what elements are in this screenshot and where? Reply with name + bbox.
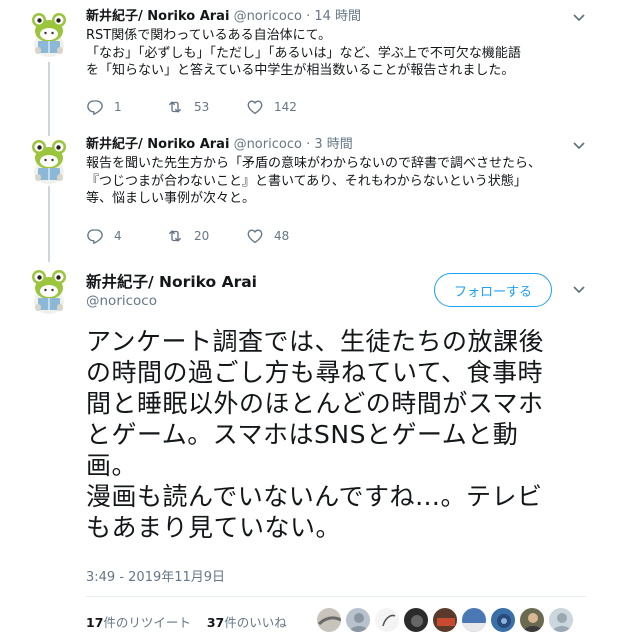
tweet-text-line: を「知らない」と答えている中学生が相当数いることが報告されました。 [86, 63, 515, 78]
frog-avatar-icon [24, 136, 74, 186]
tweet-timestamp[interactable]: 14 時間 [314, 9, 361, 24]
like-stat-label: 件のいいね [224, 615, 287, 630]
thread-tweet-1[interactable]: 新井紀子/ Noriko Arai @noricoco · 14 時間 RST関… [0, 0, 620, 126]
retweet-button[interactable]: 53 [166, 97, 209, 117]
tweet-actions: 1 53 142 [86, 97, 386, 117]
reply-icon [86, 227, 104, 245]
tweet-text: RST関係で関わっているある自治体にて。 「なお」「必ずしも」「ただし」「あるい… [86, 27, 521, 80]
retweet-count: 53 [194, 100, 210, 114]
tweet-text-line: 漫画も読んでいないんですね…。テレビ [86, 482, 543, 511]
display-name[interactable]: 新井紀子/ Noriko Arai [86, 137, 229, 152]
tweet-date[interactable]: 3:49 - 2019年11月9日 [86, 566, 225, 585]
display-name[interactable]: 新井紀子/ Noriko Arai [86, 9, 229, 24]
avatar[interactable] [374, 607, 400, 633]
avatar[interactable] [24, 266, 74, 316]
avatar[interactable] [24, 9, 74, 59]
retweet-total: 17 [86, 615, 104, 630]
frog-avatar-icon [24, 9, 74, 59]
tweet-text: 報告を聞いた先生方から「矛盾の意味がわからないので辞書で調べさせたら、 『つじつ… [86, 155, 541, 208]
like-count: 48 [274, 229, 290, 243]
avatar[interactable] [519, 607, 545, 633]
user-handle[interactable]: @noricoco [234, 9, 302, 24]
tweet-text-line: 報告を聞いた先生方から「矛盾の意味がわからないので辞書で調べさせたら、 [86, 156, 542, 171]
retweet-count: 20 [194, 229, 210, 243]
avatar[interactable] [403, 607, 429, 633]
avatar[interactable] [490, 607, 516, 633]
like-button[interactable]: 142 [246, 97, 297, 117]
chevron-down-icon[interactable] [572, 140, 586, 154]
retweet-stat[interactable]: 17件のリツイート [86, 615, 191, 630]
avatar[interactable] [548, 607, 574, 633]
tweet-header: 新井紀子/ Noriko Arai @noricoco · 14 時間 [86, 8, 361, 26]
like-total: 37 [206, 615, 225, 630]
tweet-text-line: 画。 [86, 451, 138, 480]
tweet-actions: 4 20 48 [86, 226, 386, 246]
tweet-text-line: 間と睡眠以外のほとんどの時間がスマホ [86, 389, 544, 418]
tweet-header: 新井紀子/ Noriko Arai @noricoco · 3 時間 [86, 136, 353, 154]
user-handle[interactable]: @noricoco [86, 293, 157, 309]
main-tweet-text: アンケート調査では、生徒たちの放課後 の時間の過ごし方も尋ねていて、食事時 間と… [86, 326, 544, 543]
retweet-stat-label: 件のリツイート [103, 615, 191, 630]
tweet-text-line: の時間の過ごし方も尋ねていて、食事時 [86, 358, 544, 387]
like-button[interactable]: 48 [246, 226, 289, 246]
heart-icon [246, 98, 264, 116]
avatar[interactable] [432, 607, 458, 633]
tweet-text-line: 「なお」「必ずしも」「ただし」「あるいは」など、学ぶ上で不可欠な機能語 [86, 45, 521, 61]
tweet-text-line: 等、悩ましい事例が次々と。 [86, 191, 256, 206]
retweet-icon [166, 227, 184, 245]
follow-button[interactable]: フォローする [434, 273, 552, 307]
separator-dot: · [306, 9, 311, 24]
retweet-icon [166, 98, 184, 116]
reply-count: 4 [114, 229, 122, 243]
tweet-text-line: とゲーム。スマホはSNSとゲームと動 [86, 420, 519, 449]
heart-icon [246, 227, 264, 245]
like-stat[interactable]: 37件のいいね [207, 615, 287, 630]
user-handle[interactable]: @noricoco [234, 137, 302, 152]
reply-button[interactable]: 1 [86, 97, 122, 117]
tweet-text-line: 『つじつまが合わないこと』と書いてあり、それもわからないという状態」 [86, 173, 527, 189]
avatar[interactable] [24, 136, 74, 186]
frog-avatar-icon [24, 266, 74, 316]
tweet-text-line: もあまり見ていない。 [86, 513, 342, 542]
separator-dot: · [306, 137, 311, 152]
reply-count: 1 [114, 100, 122, 114]
display-name[interactable]: 新井紀子/ Noriko Arai [86, 270, 257, 292]
tweet-text-line: アンケート調査では、生徒たちの放課後 [86, 327, 545, 356]
retweet-button[interactable]: 20 [166, 226, 209, 246]
reply-icon [86, 98, 104, 116]
chevron-down-icon[interactable] [572, 12, 586, 26]
chevron-down-icon[interactable] [572, 284, 586, 298]
tweet-stats: 17件のリツイート 37件のいいね [86, 612, 287, 631]
avatar[interactable] [316, 607, 342, 633]
like-count: 142 [274, 100, 297, 114]
avatar[interactable] [345, 607, 371, 633]
tweet-timestamp[interactable]: 3 時間 [314, 137, 352, 152]
divider [86, 596, 586, 597]
avatar[interactable] [461, 607, 487, 633]
tweet-text-line: RST関係で関わっているある自治体にて。 [86, 28, 332, 43]
thread-tweet-2[interactable]: 新井紀子/ Noriko Arai @noricoco · 3 時間 報告を聞い… [0, 126, 620, 256]
reply-button[interactable]: 4 [86, 226, 122, 246]
